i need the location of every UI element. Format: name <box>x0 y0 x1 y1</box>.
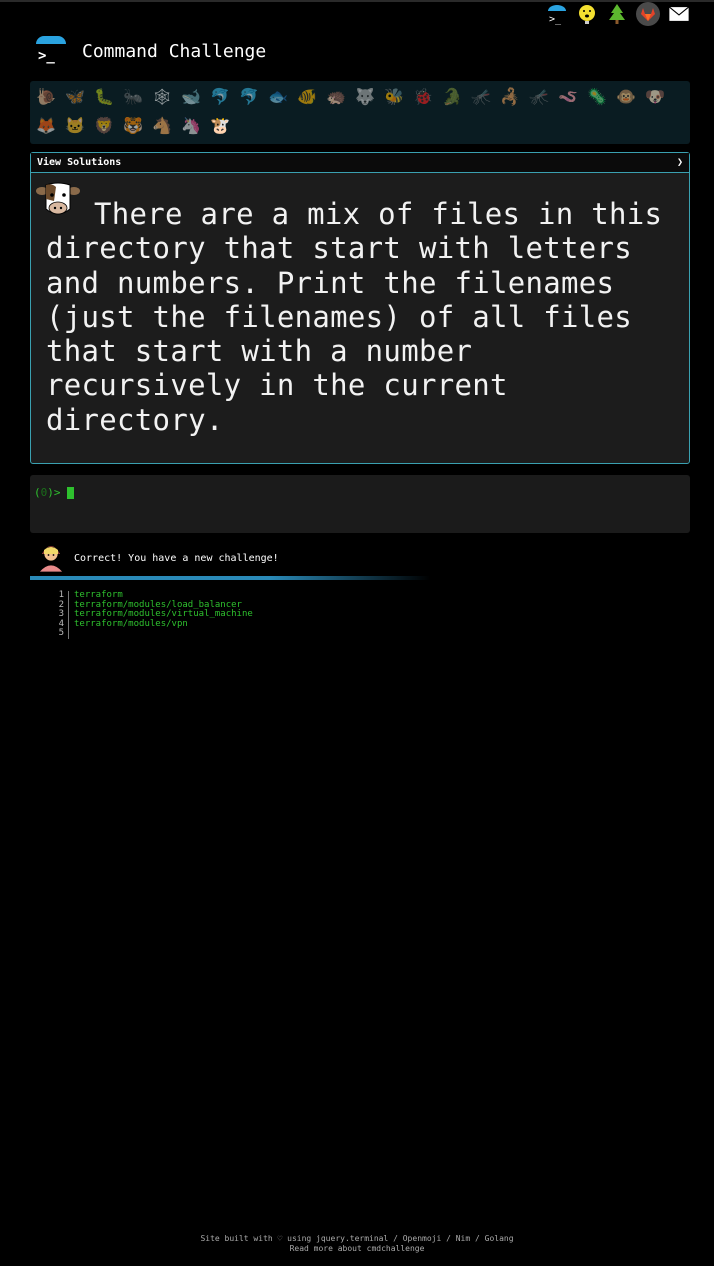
terminal-prompt: (0)> <box>34 486 74 499</box>
header: >_ Command Challenge <box>36 36 266 66</box>
challenge-emoji-icon[interactable]: 🐵 <box>614 85 638 107</box>
challenge-emoji-icon[interactable]: 🐺 <box>353 85 377 107</box>
svg-text:>_: >_ <box>549 14 562 25</box>
footer: Site built with ♡ using jquery.terminal … <box>0 1234 714 1253</box>
emoji-row-2: 🦊 🐱 🦁 🐯 🐴 🦄 🐮 <box>30 114 690 136</box>
challenge-emoji-icon[interactable]: 🦟 <box>469 85 493 107</box>
challenge-emoji-icon[interactable]: 🦔 <box>324 85 348 107</box>
challenge-emoji-icon[interactable]: 🐊 <box>440 85 464 107</box>
logo-icon[interactable]: >_ <box>36 36 66 66</box>
challenge-emoji-icon[interactable]: 🕸 <box>150 85 174 107</box>
line-number: 5 <box>52 629 69 639</box>
challenge-emoji-icon[interactable]: 🐞 <box>411 85 435 107</box>
challenge-emoji-icon[interactable]: 🐶 <box>643 85 667 107</box>
feedback-message: Correct! You have a new challenge! <box>36 540 279 576</box>
challenge-emoji-icon[interactable]: 🦟 <box>527 85 551 107</box>
tree-icon[interactable] <box>606 3 628 25</box>
mail-icon[interactable] <box>668 3 690 25</box>
challenge-emoji-icon[interactable]: 🦄 <box>179 114 203 136</box>
challenge-emoji-icon[interactable]: 🦁 <box>92 114 116 136</box>
challenge-emoji-icon[interactable]: 🐠 <box>295 85 319 107</box>
output-path: terraform/modules/vpn <box>74 618 188 629</box>
footer-credits: Site built with ♡ using jquery.terminal … <box>200 1234 514 1243</box>
challenge-emoji-icon[interactable]: 🪱 <box>556 85 580 107</box>
challenge-emoji-icon[interactable]: 🦊 <box>34 114 58 136</box>
output-line: 5 <box>52 629 253 639</box>
chevron-right-icon: ❯ <box>676 157 683 168</box>
challenge-description: There are a mix of files in this directo… <box>46 197 663 437</box>
page-title: Command Challenge <box>82 40 267 62</box>
challenge-emoji-icon[interactable]: 🐬 <box>208 85 232 107</box>
view-solutions-toggle[interactable]: View Solutions ❯ <box>31 153 689 173</box>
challenge-emoji-icon[interactable]: 🐮 <box>208 114 232 136</box>
terminal-input[interactable]: (0)> <box>30 475 690 533</box>
challenge-emoji-icon[interactable]: 🐯 <box>121 114 145 136</box>
challenge-emoji-icon[interactable]: 🦠 <box>585 85 609 107</box>
terminal-cursor <box>66 486 74 499</box>
challenge-emoji-icon[interactable]: 🐌 <box>34 85 58 107</box>
challenge-emoji-icon[interactable]: 🐋 <box>179 85 203 107</box>
exit-code: 0 <box>40 486 48 499</box>
view-solutions-label: View Solutions <box>37 157 122 168</box>
feedback-text: Correct! You have a new challenge! <box>74 552 279 564</box>
lightbulb-face-icon[interactable] <box>576 3 598 25</box>
terminal-icon[interactable]: >_ <box>546 3 568 25</box>
challenge-emoji-strip: 🐌 🦋 🐛 🐜 🕸 🐋 🐬 🐬 🐟 🐠 🦔 🐺 🐝 🐞 🐊 🦟 🦂 🦟 🪱 🦠 🐵 🐶 🦊 🐱 🦁 🐯 🐴 🦄 🐮 <box>30 81 690 144</box>
challenge-emoji-icon[interactable]: 🐝 <box>382 85 406 107</box>
gitlab-icon[interactable] <box>636 2 660 26</box>
progress-bar <box>30 576 430 580</box>
command-output: 1 terraform 2 terraform/modules/load_balanc… <box>52 590 253 639</box>
challenge-emoji-icon[interactable]: 🐛 <box>92 85 116 107</box>
challenge-emoji-icon[interactable]: 🦂 <box>498 85 522 107</box>
emoji-row-1: 🐌 🦋 🐛 🐜 🕸 🐋 🐬 🐬 🐟 🐠 🦔 🐺 🐝 🐞 🐊 🦟 🦂 🦟 🪱 🦠 🐵 🐶 <box>30 85 690 107</box>
challenge-emoji-icon[interactable]: 🐴 <box>150 114 174 136</box>
about-link[interactable]: Read more about cmdchallenge <box>290 1244 425 1253</box>
elf-avatar-icon <box>36 540 66 576</box>
challenge-emoji-icon[interactable]: 🐱 <box>63 114 87 136</box>
output-path <box>69 629 74 639</box>
top-icon-bar: >_ <box>546 2 690 26</box>
challenge-emoji-icon[interactable]: 🐜 <box>121 85 145 107</box>
challenge-emoji-icon[interactable]: 🐟 <box>266 85 290 107</box>
output-line: 4 terraform/modules/vpn <box>52 618 253 630</box>
challenge-panel: View Solutions ❯ There are a mix of file… <box>30 152 690 464</box>
challenge-emoji-icon[interactable]: 🐬 <box>237 85 261 107</box>
challenge-emoji-icon[interactable]: 🦋 <box>63 85 87 107</box>
